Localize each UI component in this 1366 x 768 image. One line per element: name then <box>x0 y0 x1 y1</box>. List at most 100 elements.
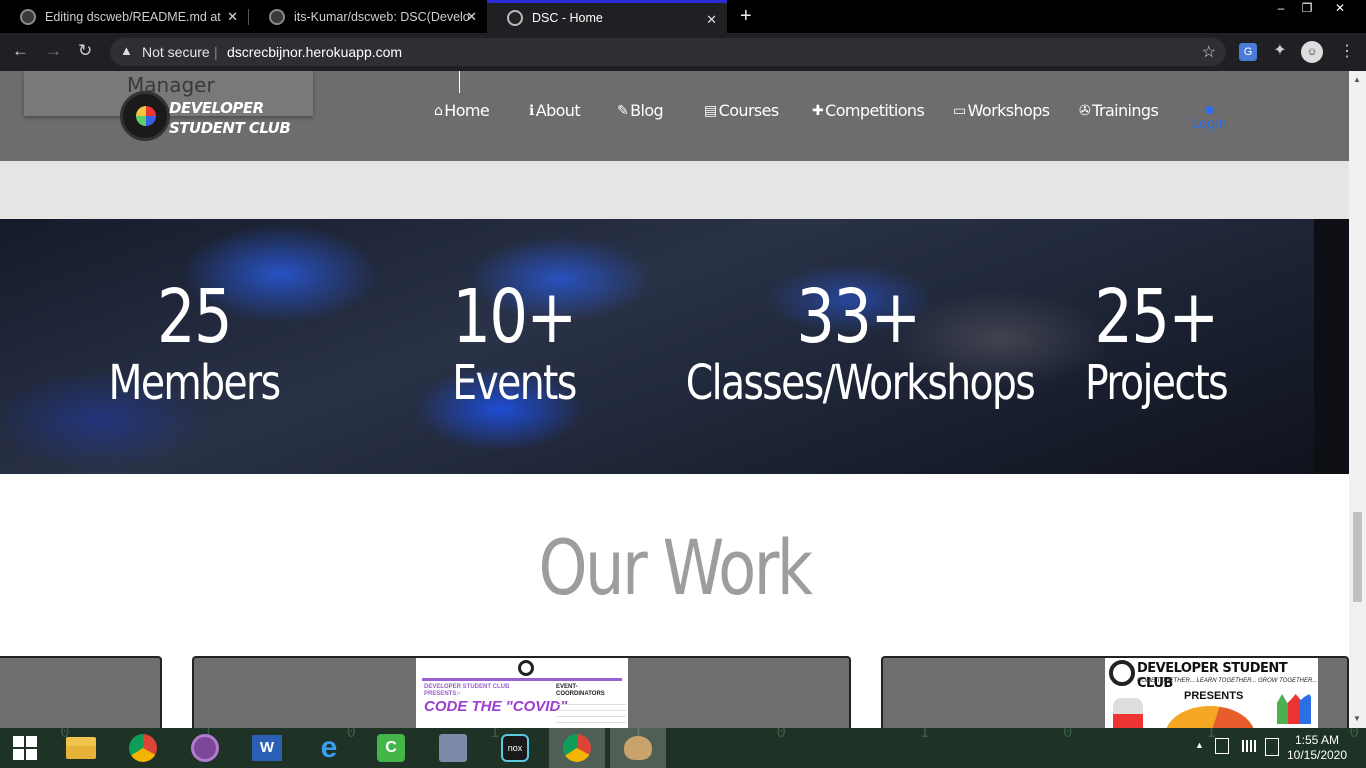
poster-presents: PRESENTS:- <box>424 691 461 697</box>
stat-projects: 25+ Projects <box>1058 277 1255 411</box>
restore-button[interactable]: ❐ <box>1293 0 1321 18</box>
file-explorer-icon[interactable] <box>64 733 98 763</box>
nav-label: About <box>535 101 581 120</box>
network-status-icon[interactable] <box>1215 738 1229 754</box>
stat-classes-workshops: 33+ Classes/Workshops <box>686 274 1036 411</box>
stat-number: 25 <box>157 274 233 360</box>
warning-icon[interactable]: ▲ <box>120 43 133 58</box>
wrench-icon: ✇ <box>1079 102 1091 119</box>
signal-icon[interactable] <box>1242 740 1256 752</box>
vlc-icon[interactable] <box>436 733 470 763</box>
poster-brand: DEVELOPER STUDENT CLUB <box>1137 661 1288 691</box>
nav-workshops[interactable]: ▭ Workshops <box>953 101 1050 120</box>
taskbar-clock[interactable]: 1:55 AM 10/15/2020 <box>1286 733 1348 763</box>
nox-icon[interactable]: nox <box>498 733 532 763</box>
nav-label: Blog <box>630 101 664 120</box>
poster-tagline: COME TOGETHER... LEARN TOGETHER... GROW … <box>1137 678 1318 684</box>
puzzle-icon: ✚ <box>812 102 824 119</box>
chrome-icon[interactable] <box>126 733 160 763</box>
close-window-button[interactable]: ✕ <box>1326 0 1354 18</box>
bookmark-star-icon[interactable]: ☆ <box>1202 42 1216 62</box>
poster-divider <box>422 678 622 681</box>
book-icon: ▤ <box>704 102 717 119</box>
dsc-logo-icon[interactable] <box>120 91 170 141</box>
scroll-down-icon[interactable]: ▼ <box>1353 714 1361 723</box>
work-card[interactable] <box>0 656 162 728</box>
poster-title: CODE THE "COVID" <box>424 698 568 715</box>
separator: | <box>214 44 218 60</box>
tab-bar: Editing dscweb/README.md at m ✕ its-Kuma… <box>0 0 1366 33</box>
back-button[interactable]: ← <box>12 41 29 61</box>
poster-coordinators-line2: COORDINATORS <box>556 691 605 697</box>
stat-number: 10+ <box>452 274 577 360</box>
camtasia-icon[interactable]: C <box>374 733 408 763</box>
start-icon[interactable] <box>8 733 42 763</box>
extensions-puzzle-icon[interactable]: ✦ <box>1271 43 1289 61</box>
edge-icon[interactable]: e <box>312 733 346 763</box>
our-work-heading: Our Work <box>538 523 813 612</box>
stat-label: Projects <box>1084 355 1229 411</box>
site-logo-text[interactable]: DEVELOPER STUDENT CLUB <box>169 98 291 138</box>
login-label: Login <box>1192 117 1228 132</box>
logo-line-1: DEVELOPER <box>169 99 264 117</box>
nav-home[interactable]: ⌂ Home <box>434 101 490 120</box>
address-bar[interactable]: ▲ Not secure | dscrecbijnor.herokuapp.co… <box>110 38 1226 66</box>
tab-title: Editing dscweb/README.md at m <box>45 9 221 24</box>
laptop-icon: ▭ <box>953 102 966 119</box>
info-icon: ℹ <box>529 102 534 119</box>
windows-taskbar: 0 1 0 1 1 0 1 0 1 0 0 1 0 1 0 1 W e C no… <box>0 728 1366 768</box>
profile-avatar-icon[interactable]: ☺ <box>1301 41 1323 63</box>
logo-line-2: STUDENT CLUB <box>169 119 291 137</box>
nav-label: Workshops <box>967 101 1050 120</box>
stat-number: 33+ <box>796 274 921 360</box>
new-tab-button[interactable]: + <box>740 5 752 28</box>
gauge-illustration <box>1165 706 1255 728</box>
web-page: Manager DEVELOPER STUDENT CLUB ⌂ Home ℹ … <box>0 71 1349 728</box>
url-text[interactable]: dscrecbijnor.herokuapp.com <box>227 44 402 60</box>
tab-dsc-home[interactable]: DSC - Home ✕ <box>487 0 727 33</box>
tray-chevron-icon[interactable]: ▲ <box>1195 740 1204 750</box>
dsc-logo-icon <box>1109 660 1135 686</box>
tab-readme[interactable]: Editing dscweb/README.md at m ✕ <box>0 0 248 33</box>
dsc-presents-poster[interactable]: DEVELOPER STUDENT CLUB COME TOGETHER... … <box>1105 658 1318 728</box>
tab-close-icon[interactable]: ✕ <box>466 9 477 25</box>
nav-courses[interactable]: ▤ Courses <box>704 101 779 120</box>
reload-button[interactable]: ↻ <box>78 41 92 61</box>
forward-button[interactable]: → <box>45 41 62 61</box>
dsc-icon <box>507 10 523 26</box>
tor-icon[interactable] <box>188 733 222 763</box>
security-status[interactable]: Not secure <box>142 44 210 60</box>
nav-blog[interactable]: ✎ Blog <box>617 101 664 120</box>
nav-trainings[interactable]: ✇ Trainings <box>1079 101 1159 120</box>
poster-brand-line: DEVELOPER STUDENT CLUB <box>424 684 510 690</box>
tab-close-icon[interactable]: ✕ <box>706 12 717 28</box>
stat-number: 25+ <box>1094 274 1219 360</box>
scroll-up-icon[interactable]: ▲ <box>1353 75 1361 84</box>
page-scrollbar[interactable]: ▲ ▼ <box>1349 71 1366 728</box>
stat-label: Members <box>108 355 282 411</box>
poster-brand: DEVELOPER STUDENT CLUB PRESENTS:- <box>424 684 509 698</box>
figure-illustration <box>1113 698 1143 728</box>
tab-close-icon[interactable]: ✕ <box>227 9 238 25</box>
chrome-active-icon[interactable] <box>549 728 605 768</box>
code-the-covid-poster[interactable]: DEVELOPER STUDENT CLUB PRESENTS:- EVENT-… <box>416 658 628 728</box>
home-icon: ⌂ <box>434 102 443 119</box>
login-link[interactable]: ● Login <box>1192 102 1227 132</box>
tab-dscweb-repo[interactable]: its-Kumar/dscweb: DSC(Develope ✕ <box>249 0 487 33</box>
text-cursor <box>459 71 460 93</box>
nav-about[interactable]: ℹ About <box>529 101 581 120</box>
stats-banner: 25 Members 10+ Events 33+ Classes/Worksh… <box>0 219 1314 474</box>
nav-label: Courses <box>718 101 780 120</box>
minimize-button[interactable]: – <box>1267 0 1295 18</box>
github-icon <box>269 8 285 25</box>
scrollbar-thumb[interactable] <box>1353 512 1362 602</box>
stats-banner-edge <box>1314 219 1349 474</box>
battery-icon[interactable] <box>1265 738 1279 756</box>
clock-date: 10/15/2020 <box>1286 748 1348 762</box>
browser-menu-icon[interactable]: ⋮ <box>1338 43 1356 61</box>
translate-icon[interactable]: G <box>1239 43 1257 61</box>
nav-competitions[interactable]: ✚ Competitions <box>812 101 925 120</box>
paint-icon[interactable] <box>610 728 666 768</box>
word-icon[interactable]: W <box>250 733 284 763</box>
header-spacer-band <box>0 161 1349 219</box>
